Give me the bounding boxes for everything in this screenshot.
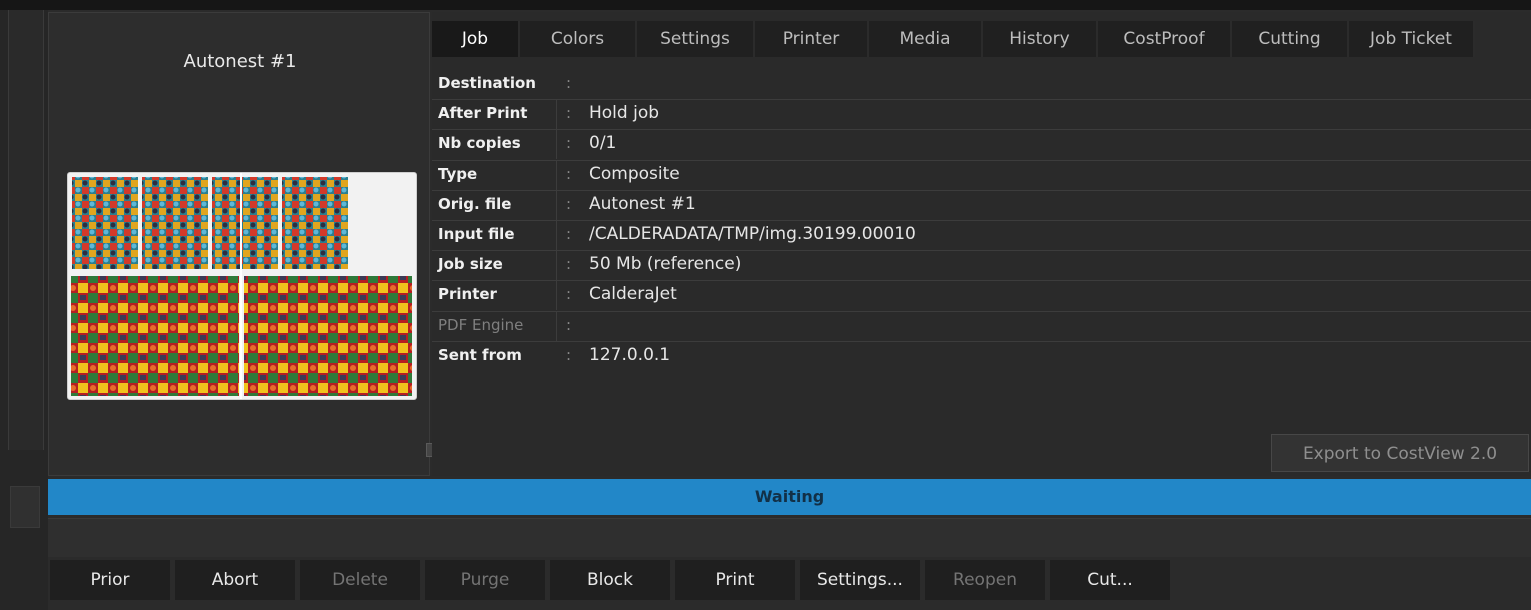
progress-area [48,518,1531,557]
tab-cutting[interactable]: Cutting [1232,21,1349,57]
field-label: Orig. file [438,194,512,213]
tab-printer[interactable]: Printer [755,21,869,57]
column-divider [556,311,557,341]
field-row-after-print: After Print : Hold job [432,100,1531,131]
field-value: 127.0.0.1 [589,344,671,365]
field-label: Job size [438,255,503,274]
left-panel [0,10,48,610]
field-label: Sent from [438,345,522,364]
action-toolbar: Prior Abort Delete Purge Block Print Set… [48,560,1531,600]
field-value: /CALDERADATA/TMP/img.30199.00010 [589,223,916,244]
column-divider [556,190,557,220]
field-row-orig-file: Orig. file : Autonest #1 [432,190,1531,221]
job-thumbnail[interactable] [67,172,417,400]
job-fields: Destination : After Print : Hold job Nb … [432,70,1531,371]
field-separator: : [566,285,572,304]
job-thumbnail-image [71,173,412,399]
field-row-sent-from: Sent from : 127.0.0.1 [432,342,1531,371]
cut-button[interactable]: Cut... [1050,560,1175,600]
print-button[interactable]: Print [675,560,800,600]
field-row-printer: Printer : CalderaJet [432,281,1531,312]
field-row-type: Type : Composite [432,160,1531,191]
purge-button[interactable]: Purge [425,560,550,600]
column-divider [556,160,557,190]
field-value: Autonest #1 [589,193,696,214]
field-row-input-file: Input file : /CALDERADATA/TMP/img.30199.… [432,220,1531,252]
tab-colors[interactable]: Colors [520,21,637,57]
job-preview-panel: Autonest #1 [48,12,430,476]
field-label: Nb copies [438,134,521,153]
tab-media[interactable]: Media [869,21,983,57]
column-divider [556,130,557,160]
tab-costproof[interactable]: CostProof [1098,21,1232,57]
field-value: 50 Mb (reference) [589,254,742,275]
top-strip [0,0,1531,10]
status-bar: Waiting [48,479,1531,515]
field-label: PDF Engine [438,315,524,334]
prior-button[interactable]: Prior [50,560,175,600]
field-row-pdf-engine: PDF Engine : [432,311,1531,342]
field-value: CalderaJet [589,284,677,305]
left-scroll-gutter[interactable] [8,10,44,450]
export-costview-button[interactable]: Export to CostView 2.0 [1271,434,1529,472]
field-label: Type [438,164,478,183]
job-title: Autonest #1 [183,51,297,72]
abort-button[interactable]: Abort [175,560,300,600]
tab-settings[interactable]: Settings [637,21,755,57]
field-label: After Print [438,104,528,123]
tab-bar: Job Colors Settings Printer Media Histor… [432,21,1531,57]
field-value: Hold job [589,103,660,124]
job-details-panel: Job Colors Settings Printer Media Histor… [432,12,1531,476]
field-separator: : [566,104,572,123]
field-separator: : [566,194,572,213]
column-divider [556,281,557,311]
field-separator: : [566,74,572,92]
field-label: Destination [438,74,536,92]
field-row-nb-copies: Nb copies : 0/1 [432,130,1531,161]
field-row-job-size: Job size : 50 Mb (reference) [432,251,1531,282]
field-label: Printer [438,285,497,304]
settings-button[interactable]: Settings... [800,560,925,600]
field-separator: : [566,134,572,153]
field-row-destination: Destination : [432,70,1531,101]
field-value: 0/1 [589,133,617,154]
delete-button[interactable]: Delete [300,560,425,600]
column-divider [556,220,557,250]
field-separator: : [566,345,572,364]
field-separator: : [566,224,572,243]
field-separator: : [566,164,572,183]
tab-history[interactable]: History [983,21,1098,57]
block-button[interactable]: Block [550,560,675,600]
field-separator: : [566,315,572,334]
left-panel-handle[interactable] [10,486,40,528]
field-separator: : [566,255,572,274]
tab-job-ticket[interactable]: Job Ticket [1349,21,1475,57]
column-divider [556,251,557,281]
field-label: Input file [438,224,515,243]
reopen-button[interactable]: Reopen [925,560,1050,600]
field-value: Composite [589,163,680,184]
column-divider [556,100,557,130]
tab-job[interactable]: Job [432,21,520,57]
